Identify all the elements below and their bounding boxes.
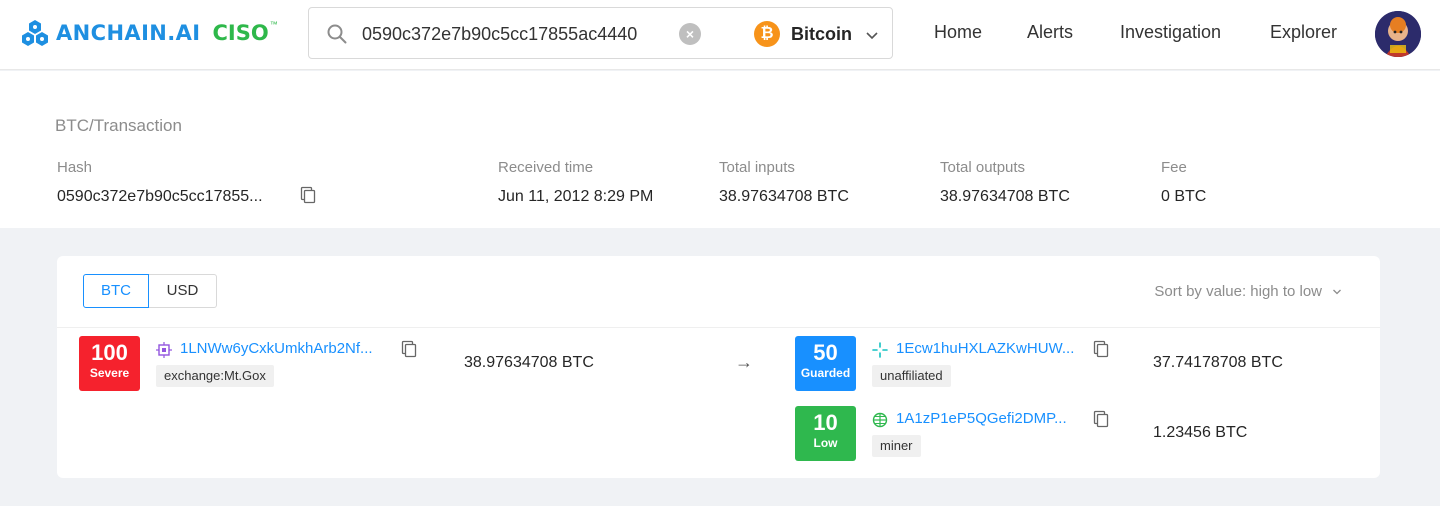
nav-explorer[interactable]: Explorer <box>1270 22 1337 43</box>
brand-name: ANCHAIN.AI <box>56 21 201 45</box>
flow-arrow-icon: → <box>735 352 753 372</box>
risk-score: 10 <box>813 410 838 435</box>
output-amount: 37.74178708 BTC <box>1153 354 1283 371</box>
search-icon[interactable] <box>326 23 348 45</box>
entity-tag: exchange:Mt.Gox <box>156 365 274 387</box>
search-bar: × ₿ Bitcoin <box>308 7 893 59</box>
risk-level: Guarded <box>800 366 851 380</box>
copy-hash-icon[interactable] <box>300 186 316 204</box>
copy-address-icon[interactable] <box>401 340 417 358</box>
transaction-flow-card: BTC USD Sort by value: high to low 100 S… <box>57 256 1380 478</box>
copy-address-icon[interactable] <box>1093 340 1109 358</box>
risk-score: 100 <box>91 340 128 365</box>
product-name: CISO <box>212 21 269 45</box>
anchain-logo[interactable]: ANCHAIN.AI CISO ™ <box>20 19 278 47</box>
bitcoin-icon: ₿ <box>754 21 780 47</box>
chevron-down-icon <box>1333 289 1341 294</box>
fee-label: Fee <box>1161 159 1187 176</box>
nav-investigation[interactable]: Investigation <box>1120 22 1221 43</box>
fee-value: 0 BTC <box>1161 188 1207 205</box>
total-inputs-value: 38.97634708 BTC <box>719 188 849 205</box>
chevron-down-icon <box>866 32 878 40</box>
received-time-value: Jun 11, 2012 8:29 PM <box>498 188 654 205</box>
input-amount: 38.97634708 BTC <box>464 354 594 371</box>
total-outputs-label: Total outputs <box>940 159 1026 176</box>
risk-badge-severe: 100 Severe <box>79 336 140 391</box>
risk-level: Severe <box>89 366 130 380</box>
trademark-symbol: ™ <box>269 19 278 29</box>
top-navigation-bar: ANCHAIN.AI CISO ™ × ₿ Bitcoin Home Alert… <box>0 0 1440 70</box>
output-amount: 1.23456 BTC <box>1153 424 1248 441</box>
risk-score: 50 <box>813 340 838 365</box>
entity-tag: unaffiliated <box>872 365 951 387</box>
nav-alerts[interactable]: Alerts <box>1027 22 1073 43</box>
divider <box>57 327 1380 328</box>
unaffiliated-icon <box>872 342 888 358</box>
sort-dropdown[interactable]: Sort by value: high to low <box>1154 283 1342 300</box>
total-outputs-value: 38.97634708 BTC <box>940 188 1070 205</box>
nav-home[interactable]: Home <box>934 22 982 43</box>
copy-address-icon[interactable] <box>1093 410 1109 428</box>
user-avatar[interactable] <box>1375 11 1421 57</box>
currency-toggle: BTC USD <box>83 274 217 308</box>
breadcrumb: BTC/Transaction <box>55 116 182 135</box>
search-input[interactable] <box>362 20 675 48</box>
total-inputs-label: Total inputs <box>719 159 795 176</box>
miner-icon <box>872 412 888 428</box>
transaction-summary: BTC/Transaction Hash 0590c372e7b90c5cc17… <box>0 71 1440 228</box>
entity-tag: miner <box>872 435 921 457</box>
currency-btc-button[interactable]: BTC <box>83 274 149 308</box>
output-address-link[interactable]: 1Ecw1huHXLAZKwHUW... <box>896 340 1074 357</box>
risk-badge-guarded: 50 Guarded <box>795 336 856 391</box>
clear-search-icon[interactable]: × <box>679 23 701 45</box>
hash-label: Hash <box>57 159 93 176</box>
avatar-image <box>1375 11 1421 57</box>
anchain-logo-icon <box>22 20 48 46</box>
hash-value: 0590c372e7b90c5cc17855... <box>57 188 263 205</box>
received-time-label: Received time <box>498 159 594 176</box>
chain-selector-label: Bitcoin <box>791 23 852 44</box>
exchange-icon <box>156 342 172 358</box>
input-address-link[interactable]: 1LNWw6yCxkUmkhArb2Nf... <box>180 340 373 357</box>
output-address-link[interactable]: 1A1zP1eP5QGefi2DMP... <box>896 410 1067 427</box>
risk-badge-low: 10 Low <box>795 406 856 461</box>
currency-usd-button[interactable]: USD <box>149 274 217 308</box>
chain-selector[interactable]: ₿ Bitcoin <box>754 20 879 48</box>
sort-label: Sort by value: high to low <box>1154 283 1322 300</box>
risk-level: Low <box>813 436 838 450</box>
